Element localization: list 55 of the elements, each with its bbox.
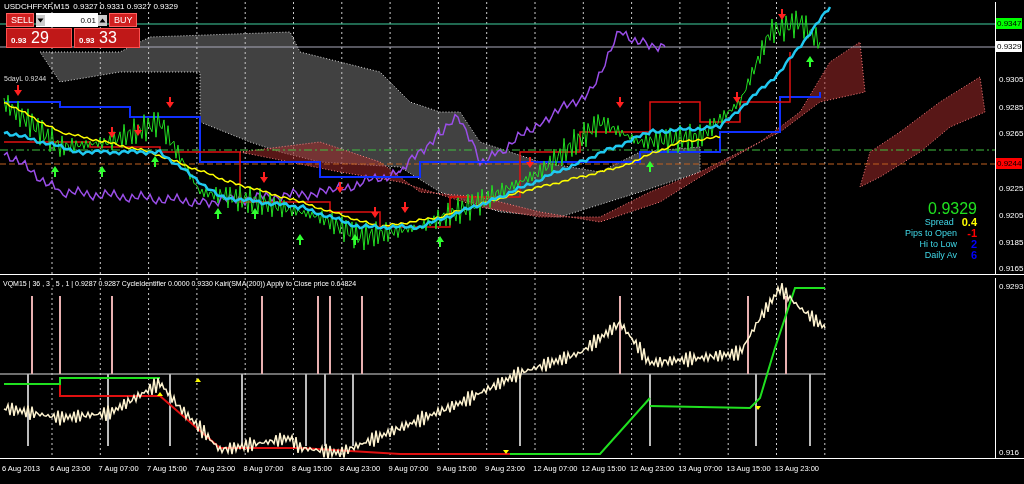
down-arrow-icon: [260, 172, 268, 183]
down-arrow-icon: [371, 207, 379, 218]
down-arrow-icon: [733, 92, 741, 103]
up-arrow-icon: [51, 166, 59, 177]
up-arrow-icon: [296, 234, 304, 245]
info-label: Hi to Low: [919, 239, 957, 250]
down-arrow-icon: [14, 85, 22, 96]
decrease-icon[interactable]: [36, 14, 45, 26]
info-label: Daily Av: [924, 250, 957, 261]
price-marker: 0.9347: [996, 18, 1023, 29]
info-label: Spread: [924, 217, 954, 228]
sell-button[interactable]: SELL: [6, 13, 34, 27]
down-arrow-icon: [401, 202, 409, 213]
down-arrow-icon: [778, 9, 786, 20]
price-tick: 0.9205: [999, 211, 1024, 220]
info-value: -1: [966, 228, 977, 239]
down-arrow-icon: [616, 97, 624, 108]
increase-icon[interactable]: [98, 14, 107, 26]
up-arrow-icon: [351, 234, 359, 245]
price-tick: 0.9165: [999, 264, 1024, 273]
up-arrow-icon: [436, 236, 444, 247]
up-arrow-icon: [646, 161, 654, 172]
down-arrow-icon: [336, 182, 344, 193]
price-tick: 0.9285: [999, 103, 1024, 112]
down-arrow-icon: [526, 157, 534, 168]
arrow-icon: [195, 378, 201, 382]
up-arrow-icon: [806, 56, 814, 67]
indicator-tick: 0.9293: [999, 282, 1024, 291]
indicator-tick: 0.916: [999, 448, 1020, 457]
up-arrow-icon: [151, 156, 159, 167]
arrow-icon: [503, 450, 509, 454]
price-tick: 0.9265: [999, 129, 1024, 138]
info-label: Pips to Open: [904, 228, 957, 239]
buy-button[interactable]: BUY: [109, 13, 137, 27]
down-arrow-icon: [134, 125, 142, 136]
current-price: 0.9329: [928, 201, 977, 217]
price-tick: 0.9305: [999, 75, 1024, 84]
down-arrow-icon: [108, 127, 116, 138]
up-arrow-icon: [214, 208, 222, 219]
arrow-icon: [157, 392, 163, 396]
price-tick: 0.9185: [999, 238, 1024, 247]
price-marker: 0.9329: [996, 41, 1023, 52]
lot-size-field[interactable]: 0.01: [36, 13, 98, 27]
arrow-icon: [755, 406, 761, 410]
price-tick: 0.9225: [999, 184, 1024, 193]
buy-price-button[interactable]: 0.93 33: [74, 28, 140, 48]
chart-header: USDCHFFXF,M15 0.9327 0.9331 0.9327 0.9329: [4, 2, 178, 11]
info-value: 2: [969, 239, 977, 250]
info-value: 0.4: [961, 217, 977, 228]
up-arrow-icon: [251, 208, 259, 219]
info-value: 6: [969, 250, 977, 261]
price-marker: 0.9244: [996, 158, 1023, 169]
sell-price-button[interactable]: 0.93 29: [6, 28, 72, 48]
down-arrow-icon: [166, 97, 174, 108]
up-arrow-icon: [98, 166, 106, 177]
